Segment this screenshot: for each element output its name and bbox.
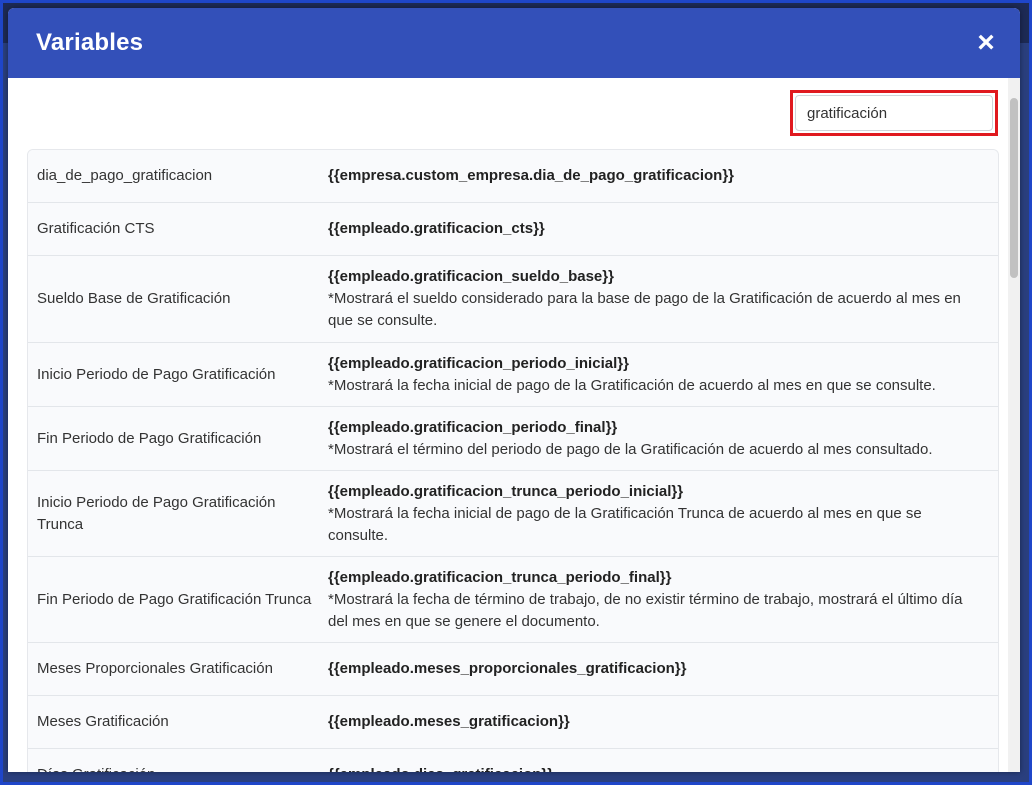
variable-code[interactable]: {{empleado.gratificacion_trunca_periodo_… — [328, 567, 984, 589]
search-input[interactable] — [795, 95, 993, 131]
variable-code[interactable]: {{empleado.gratificacion_cts}} — [328, 218, 984, 240]
variable-name: Sueldo Base de Gratificación — [37, 290, 231, 307]
variable-code[interactable]: {{empleado.gratificacion_trunca_periodo_… — [328, 481, 984, 503]
variable-name: dia_de_pago_gratificacion — [37, 167, 213, 184]
variable-name: Inicio Periodo de Pago Gratificación — [37, 365, 276, 383]
variable-code[interactable]: {{empleado.gratificacion_sueldo_base}} — [328, 266, 984, 288]
variable-value: {{empleado.gratificacion_trunca_periodo_… — [328, 471, 998, 556]
variable-name: Meses Proporcionales Gratificación — [37, 660, 273, 677]
variable-code[interactable]: {{empleado.gratificacion_periodo_final}} — [328, 417, 984, 439]
table-row[interactable]: Inicio Periodo de Pago Gratificación Tru… — [28, 471, 998, 557]
variable-value: {{empleado.meses_gratificacion}} — [328, 696, 998, 748]
variable-value: {{empleado.gratificacion_periodo_final}}… — [328, 407, 998, 470]
variable-description: *Mostrará la fecha inicial de pago de la… — [328, 504, 922, 544]
variable-code[interactable]: {{empleado.dias_gratificacion}} — [328, 764, 984, 772]
variable-code[interactable]: {{empleado.meses_gratificacion}} — [328, 711, 984, 733]
variables-modal: Variables × dia_de_pago_gratificacion {{e… — [8, 8, 1020, 772]
variable-name: Inicio Periodo de Pago Gratificación Tru… — [37, 493, 276, 533]
variable-name: Fin Periodo de Pago Gratificación Trunca — [37, 590, 312, 608]
table-row[interactable]: dia_de_pago_gratificacion {{empresa.custo… — [28, 150, 998, 203]
scrollbar[interactable] — [1008, 78, 1020, 772]
modal-header: Variables × — [8, 8, 1020, 78]
table-row[interactable]: Inicio Periodo de Pago Gratificación {{em… — [28, 343, 998, 407]
variable-description: *Mostrará la fecha inicial de pago de la… — [328, 376, 936, 394]
close-icon: × — [977, 26, 995, 59]
variable-value: {{empleado.gratificacion_periodo_inicial… — [328, 343, 998, 406]
table-row[interactable]: Fin Periodo de Pago Gratificación {{emple… — [28, 407, 998, 471]
variable-value: {{empleado.gratificacion_sueldo_base}} *M… — [328, 256, 998, 342]
scrollbar-thumb[interactable] — [1010, 98, 1018, 278]
variable-code[interactable]: {{empresa.custom_empresa.dia_de_pago_gra… — [328, 165, 984, 187]
modal-body: dia_de_pago_gratificacion {{empresa.custo… — [8, 78, 1020, 772]
close-button[interactable]: × — [970, 27, 1002, 59]
variable-name: Meses Gratificación — [37, 713, 169, 730]
variable-value: {{empleado.gratificacion_trunca_periodo_… — [328, 557, 998, 642]
variable-value: {{empleado.dias_gratificacion}} — [328, 749, 998, 772]
variable-code[interactable]: {{empleado.meses_proporcionales_gratific… — [328, 658, 984, 680]
variable-description: *Mostrará la fecha de término de trabajo… — [328, 590, 963, 630]
table-row[interactable]: Días Gratificación{{empleado.dias_gratif… — [28, 749, 998, 772]
variable-code[interactable]: {{empleado.gratificacion_periodo_inicial… — [328, 353, 984, 375]
table-row[interactable]: Gratificación CTS {{empleado.gratificacio… — [28, 203, 998, 256]
variable-description: *Mostrará el término del periodo de pago… — [328, 440, 933, 458]
variable-value: {{empresa.custom_empresa.dia_de_pago_gra… — [328, 150, 998, 202]
variable-name: Fin Periodo de Pago Gratificación — [37, 429, 262, 447]
modal-title: Variables — [36, 29, 144, 56]
table-row[interactable]: Fin Periodo de Pago Gratificación Trunca… — [28, 557, 998, 643]
variable-description: *Mostrará el sueldo considerado para la … — [328, 290, 961, 329]
variable-value: {{empleado.gratificacion_cts}} — [328, 203, 998, 255]
search-highlight — [790, 90, 998, 136]
table-row[interactable]: Meses Gratificación {{empleado.meses_grat… — [28, 696, 998, 749]
table-row[interactable]: Meses Proporcionales Gratificación {{empl… — [28, 643, 998, 696]
variable-name: Gratificación CTS — [37, 220, 155, 237]
variables-table: dia_de_pago_gratificacion {{empresa.custo… — [27, 149, 999, 772]
variable-value: {{empleado.meses_proporcionales_gratific… — [328, 643, 998, 695]
table-row[interactable]: Sueldo Base de Gratificación {{empleado.g… — [28, 256, 998, 343]
variable-name: Días Gratificación — [28, 749, 328, 772]
